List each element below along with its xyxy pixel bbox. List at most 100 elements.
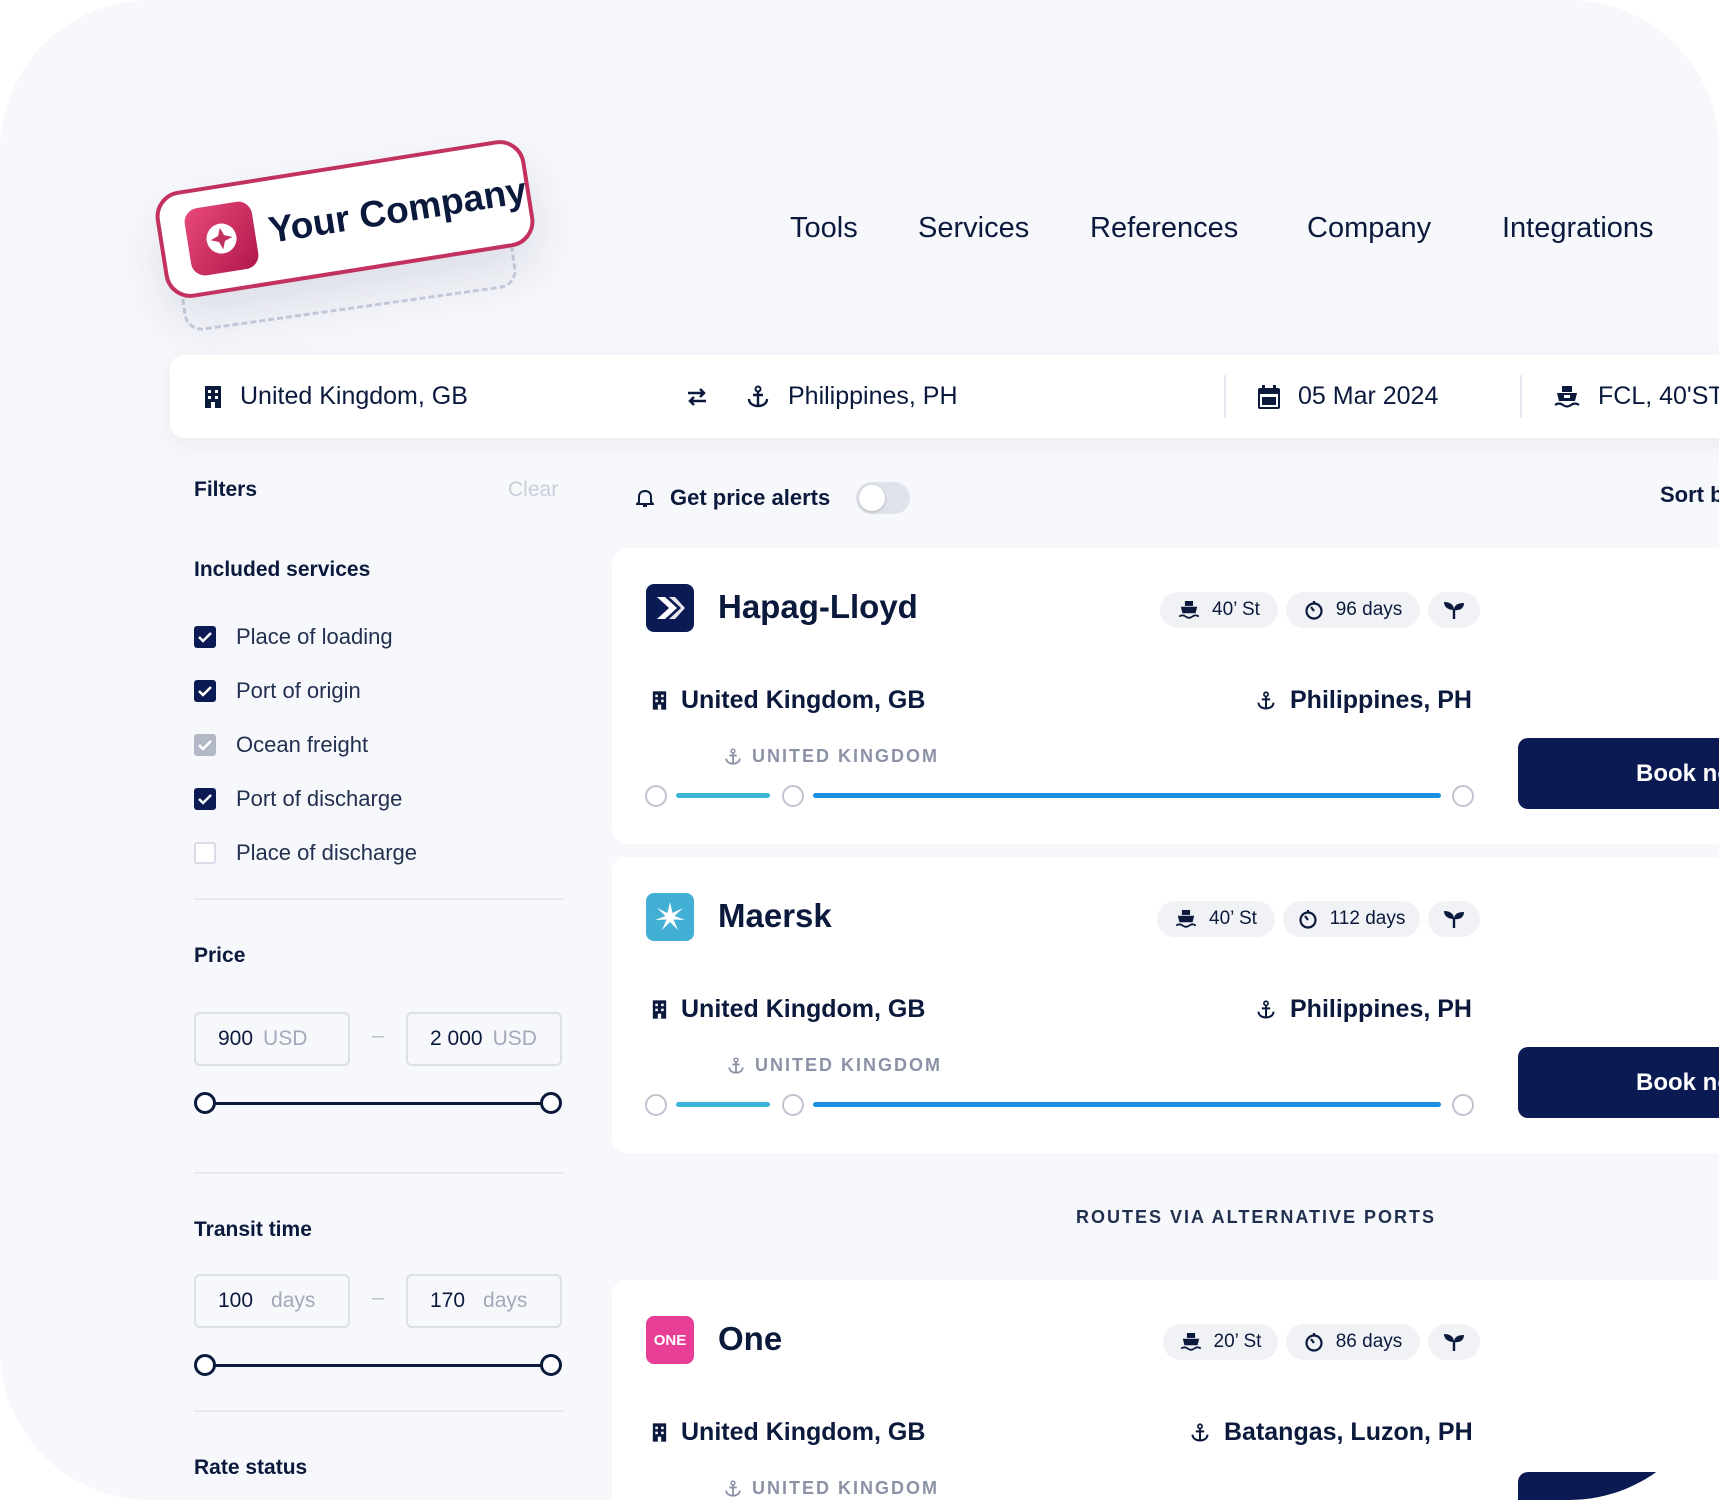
route-origin-label: United Kingdom, GB — [681, 1418, 926, 1446]
service-place-of-discharge[interactable]: Place of discharge — [194, 840, 417, 866]
building-icon — [652, 1000, 667, 1019]
eco-chip — [1428, 901, 1480, 937]
ship-icon — [1175, 910, 1197, 928]
route-destination: Philippines, PH — [1256, 995, 1472, 1024]
destination-field[interactable]: Philippines, PH — [746, 355, 958, 438]
price-slider-min-handle[interactable] — [194, 1092, 216, 1114]
company-name: Your Company — [265, 169, 530, 251]
app-frame: Your Company Tools Services References C… — [0, 0, 1719, 1500]
origin-value: United Kingdom, GB — [240, 382, 468, 410]
carrier-name: Hapag-Lloyd — [718, 588, 918, 625]
swap-icon[interactable] — [686, 355, 726, 438]
book-now-button[interactable] — [1518, 1472, 1719, 1500]
building-icon — [652, 1423, 667, 1442]
price-min-input[interactable]: 900 USD — [194, 1012, 350, 1066]
container-chip: 20’ St — [1163, 1324, 1278, 1360]
sort-by-dropdown[interactable]: Sort b — [1660, 482, 1719, 508]
ship-icon — [1180, 1333, 1201, 1351]
sparkle-star-icon — [182, 199, 261, 278]
hapag-lloyd-logo — [646, 584, 694, 632]
container-chip: 40’ St — [1160, 592, 1278, 628]
nav-integrations[interactable]: Integrations — [1502, 212, 1654, 245]
route-origin-label: United Kingdom, GB — [681, 686, 926, 714]
service-label: Ocean freight — [236, 732, 369, 757]
container-chip-label: 40’ St — [1209, 908, 1257, 929]
one-logo-text: ONE — [653, 1331, 687, 1349]
filters-title: Filters — [194, 478, 258, 501]
route-stop-destination — [1452, 785, 1474, 807]
filter-divider — [194, 1172, 564, 1174]
transit-max-unit: days — [483, 1289, 528, 1312]
price-max-input[interactable]: 2 000 USD — [406, 1012, 562, 1066]
range-separator: – — [372, 1286, 384, 1309]
nav-references[interactable]: References — [1090, 212, 1238, 245]
clear-filters-button[interactable]: Clear — [508, 478, 558, 502]
rate-card-maersk: Maersk 40’ St 112 days United Kingdom, G… — [612, 857, 1719, 1153]
date-value: 05 Mar 2024 — [1298, 382, 1439, 410]
anchor-icon — [1257, 999, 1275, 1019]
service-label: Port of origin — [236, 678, 361, 703]
filter-divider — [194, 898, 564, 900]
transit-slider-min-handle[interactable] — [194, 1354, 216, 1376]
anchor-icon — [725, 1479, 741, 1497]
one-logo: ONE — [646, 1316, 694, 1364]
transit-max-input[interactable]: 170 days — [406, 1274, 562, 1328]
ship-icon — [1554, 385, 1580, 408]
eco-chip — [1428, 1324, 1480, 1360]
container-value: FCL, 40'ST — [1598, 382, 1719, 410]
checkbox-checked[interactable] — [194, 788, 216, 810]
route-destination-label: Batangas, Luzon, PH — [1224, 1418, 1473, 1446]
price-slider-track[interactable] — [205, 1102, 551, 1105]
nav-company[interactable]: Company — [1307, 212, 1431, 245]
filter-divider — [194, 1410, 564, 1412]
service-place-of-loading[interactable]: Place of loading — [194, 624, 393, 650]
origin-field[interactable]: United Kingdom, GB — [204, 355, 468, 438]
nav-tools[interactable]: Tools — [790, 212, 858, 245]
transshipment-port: UNITED KINGDOM — [724, 1478, 939, 1499]
stopwatch-icon — [1305, 601, 1323, 620]
transit-min-input[interactable]: 100 days — [194, 1274, 350, 1328]
anchor-icon — [725, 747, 741, 765]
sprout-icon — [1444, 911, 1464, 928]
route-segment-inland — [676, 1102, 770, 1107]
transit-slider-track[interactable] — [205, 1364, 551, 1367]
route-stop-origin — [645, 785, 667, 807]
stopwatch-icon — [1299, 910, 1317, 929]
carrier-name: Maersk — [718, 897, 832, 934]
checkbox-checked[interactable] — [194, 626, 216, 648]
checkbox-checked[interactable] — [194, 680, 216, 702]
anchor-icon — [728, 1056, 744, 1074]
service-port-of-origin[interactable]: Port of origin — [194, 678, 361, 704]
transit-chip-label: 112 days — [1329, 908, 1406, 929]
bell-icon — [636, 489, 654, 507]
route-segment-inland — [676, 793, 770, 798]
price-alerts-label: Get price alerts — [670, 485, 831, 510]
service-ocean-freight: Ocean freight — [194, 732, 368, 758]
sprout-icon — [1444, 602, 1464, 619]
stopwatch-icon — [1305, 1333, 1323, 1352]
route-origin: United Kingdom, GB — [652, 1418, 925, 1447]
container-chip: 40’ St — [1157, 901, 1275, 937]
price-slider-max-handle[interactable] — [540, 1092, 562, 1114]
book-now-button[interactable]: Book no — [1518, 738, 1719, 809]
route-stop-destination — [1452, 1094, 1474, 1116]
rate-status-title: Rate status — [194, 1456, 308, 1479]
route-origin: United Kingdom, GB — [652, 995, 925, 1024]
price-alerts-toggle[interactable] — [856, 482, 911, 514]
building-icon — [652, 691, 667, 710]
search-divider — [1224, 375, 1226, 418]
transit-slider-max-handle[interactable] — [540, 1354, 562, 1376]
book-now-button[interactable]: Book no — [1518, 1047, 1719, 1118]
price-min-unit: USD — [263, 1027, 308, 1050]
checkbox-locked — [194, 734, 216, 756]
transit-time-title: Transit time — [194, 1218, 312, 1241]
date-field[interactable]: 05 Mar 2024 — [1258, 355, 1438, 438]
route-segment-ocean — [813, 793, 1441, 798]
maersk-logo — [646, 893, 694, 941]
checkbox-unchecked[interactable] — [194, 842, 216, 864]
service-port-of-discharge[interactable]: Port of discharge — [194, 786, 402, 812]
building-icon — [205, 385, 221, 408]
nav-services[interactable]: Services — [918, 212, 1029, 245]
container-field[interactable]: FCL, 40'ST — [1554, 355, 1719, 438]
route-destination: Batangas, Luzon, PH — [1190, 1418, 1473, 1447]
